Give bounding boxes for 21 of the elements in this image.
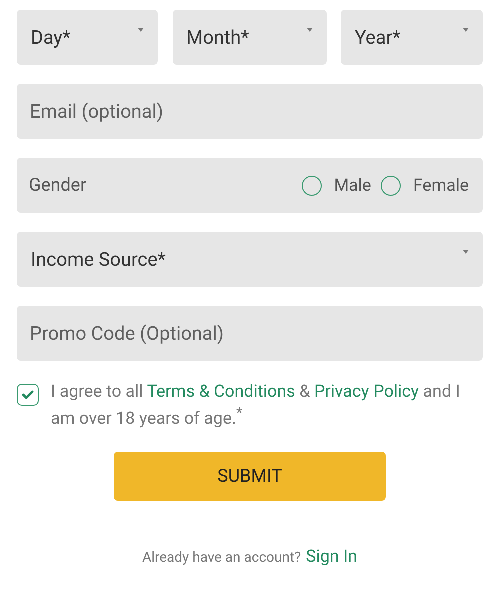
checkmark-icon [22,390,34,400]
date-select[interactable]: Month* [172,10,326,65]
policy-link[interactable]: Privacy Policy [314,382,420,402]
promo-code-field[interactable]: Promo Code (Optional) [17,306,483,361]
gender-radio[interactable]: Male [302,176,372,196]
income-source-select[interactable]: Income Source* [17,232,483,287]
caret-icon [138,28,144,32]
date-select[interactable]: Year* [341,10,483,65]
caret-icon [306,28,312,32]
sign-in-link[interactable]: Sign In [306,546,358,567]
account-prompt: Already have an account? [142,550,302,566]
caret-icon [463,250,469,254]
caret-icon [463,28,469,32]
submit-button[interactable]: SUBMIT [114,452,386,501]
agreement-text: I agree to all Terms & Conditions & Privacy Policy and I am over 18 years of age.$^{*}$ [51,382,462,430]
gender-label: Gender [29,175,88,196]
email-field[interactable]: Email (optional) [17,84,483,139]
date-select[interactable]: Day* [17,10,158,65]
policy-link[interactable]: Terms & Conditions [147,382,296,402]
gender-radio[interactable]: Female [381,176,469,196]
agree-checkbox[interactable] [17,384,39,406]
